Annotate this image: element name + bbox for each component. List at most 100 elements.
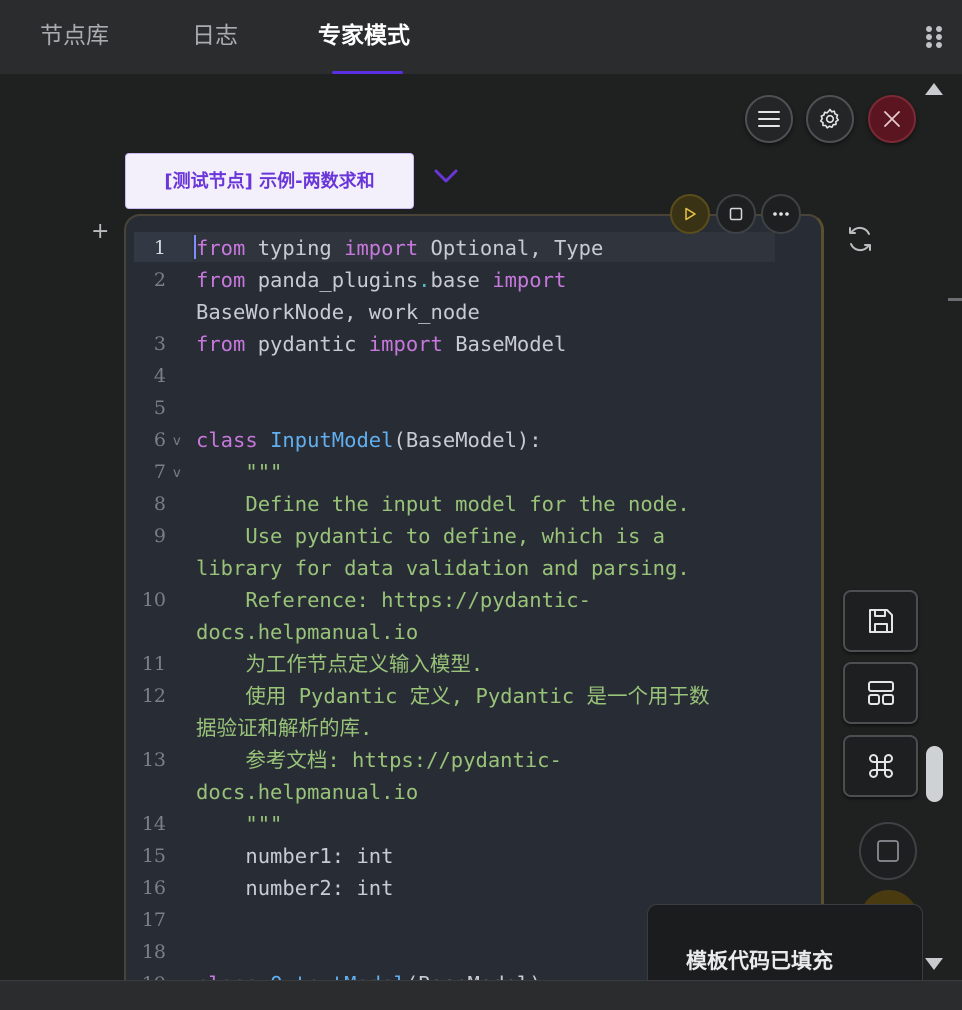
layout-icon — [867, 681, 894, 705]
code-line: 1 from typing import Optional, Type — [126, 232, 821, 264]
more-button[interactable] — [761, 194, 801, 234]
code-token: import — [492, 268, 567, 292]
code-editor[interactable]: 1 from typing import Optional, Type 2 from … — [124, 214, 824, 1010]
line-number: 18 — [141, 941, 166, 963]
line-number: 9 — [153, 525, 166, 547]
scroll-up-arrow-icon[interactable] — [925, 83, 943, 95]
menu-button[interactable] — [745, 95, 793, 143]
code-line: 10 Reference: https://pydantic- — [126, 584, 821, 616]
active-tab-indicator — [332, 71, 403, 74]
code-line: 7v """ — [126, 456, 821, 490]
tab-node-library[interactable]: 节点库 — [40, 18, 109, 54]
code-line: library for data validation and parsing. — [126, 552, 821, 584]
code-text: Reference: https://pydantic- — [196, 588, 591, 612]
code-token: from — [196, 268, 246, 292]
drag-grip-icon[interactable] — [926, 26, 944, 48]
code-text: library for data validation and parsing. — [196, 556, 690, 580]
line-number: 8 — [153, 493, 166, 515]
code-token: (BaseModel): — [393, 428, 542, 452]
command-icon — [868, 754, 893, 778]
save-icon — [868, 609, 893, 633]
code-token: InputModel — [270, 428, 394, 452]
code-line: 6 v class InputModel(BaseModel): — [126, 424, 821, 458]
code-token: 为工作节点定义输入模型. — [196, 652, 484, 676]
code-text: """ — [196, 460, 282, 484]
refresh-icon[interactable] — [844, 223, 876, 255]
code-token: base — [430, 268, 493, 292]
code-token: pydantic — [245, 332, 369, 356]
code-line: 15 number1: int — [126, 840, 821, 872]
code-token: number2: int — [196, 876, 394, 900]
code-text: 为工作节点定义输入模型. — [196, 652, 483, 676]
code-line: 5​ — [126, 392, 821, 424]
scroll-down-arrow-icon[interactable] — [925, 958, 943, 970]
code-line: BaseWorkNode, work_node — [126, 296, 821, 328]
chevron-down-icon[interactable] — [433, 168, 459, 184]
stop-all-button[interactable] — [859, 822, 917, 880]
scrollbar-thumb[interactable] — [926, 746, 943, 802]
code-token: """ — [196, 460, 283, 484]
line-number: 7 — [153, 461, 166, 483]
code-line: docs.helpmanual.io — [126, 616, 821, 648]
code-token: 据验证和解析的库. — [196, 716, 373, 740]
code-token: BaseModel — [442, 332, 567, 356]
code-token: 使用 Pydantic 定义, Pydantic 是一个用于数 — [196, 684, 710, 708]
code-token: . — [418, 268, 431, 292]
code-token: class — [196, 428, 258, 452]
play-icon — [685, 207, 696, 221]
code-text: 参考文档: https://pydantic- — [196, 748, 562, 772]
code-line: 12 使用 Pydantic 定义, Pydantic 是一个用于数 — [126, 680, 821, 712]
line-number: 11 — [141, 653, 166, 675]
code-text: number2: int — [196, 876, 393, 900]
line-number: 14 — [141, 813, 166, 835]
close-button[interactable] — [868, 95, 916, 143]
vertical-scrollbar[interactable] — [920, 74, 950, 980]
code-token: number1: int — [196, 844, 394, 868]
gear-icon — [819, 108, 839, 129]
code-text: 据验证和解析的库. — [196, 716, 372, 740]
stop-icon — [877, 840, 899, 862]
command-button[interactable] — [843, 735, 918, 797]
code-line: 16 number2: int — [126, 872, 821, 904]
tab-logs[interactable]: 日志 — [192, 18, 238, 54]
code-text: BaseWorkNode, work_node — [196, 300, 480, 324]
code-text: class InputModel(BaseModel): — [196, 428, 542, 452]
run-button[interactable] — [670, 194, 710, 234]
code-line: 据验证和解析的库. — [126, 712, 821, 744]
line-number: 13 — [141, 749, 166, 771]
menu-icon — [758, 111, 780, 127]
fold-chevron-icon[interactable]: v — [173, 426, 181, 458]
line-number: 16 — [141, 877, 166, 899]
line-number: 15 — [141, 845, 166, 867]
code-token: """ — [196, 812, 283, 836]
code-text: from typing import Optional, Type — [196, 236, 603, 260]
line-number: 3 — [153, 333, 166, 355]
line-number: 2 — [153, 269, 166, 291]
more-icon — [773, 212, 789, 216]
line-number: 5 — [153, 397, 166, 419]
fold-chevron-icon[interactable]: v — [173, 458, 181, 490]
code-lines: 1 from typing import Optional, Type 2 from … — [126, 232, 821, 1000]
stop-button[interactable] — [716, 194, 756, 234]
code-line: 14 """ — [126, 808, 821, 840]
save-button[interactable] — [843, 590, 918, 652]
code-text: from pydantic import BaseModel — [196, 332, 566, 356]
code-text: 使用 Pydantic 定义, Pydantic 是一个用于数 — [196, 684, 710, 708]
code-line: 4​ — [126, 360, 821, 392]
line-number: 10 — [141, 589, 166, 611]
tab-expert-mode[interactable]: 专家模式 — [318, 18, 410, 54]
code-text: docs.helpmanual.io — [196, 620, 418, 644]
code-text: """ — [196, 812, 282, 836]
code-token: typing — [245, 236, 345, 260]
settings-button[interactable] — [806, 95, 854, 143]
node-selector[interactable]: [测试节点] 示例-两数求和 — [125, 153, 414, 209]
code-text: docs.helpmanual.io — [196, 780, 418, 804]
line-number: 17 — [141, 909, 166, 931]
code-token: library for data validation and parsing. — [196, 556, 690, 580]
add-icon[interactable]: + — [91, 221, 109, 243]
code-token: BaseWorkNode, work_node — [196, 300, 480, 324]
code-line: 9 Use pydantic to define, which is a — [126, 520, 821, 552]
layout-button[interactable] — [843, 662, 918, 724]
code-token: panda_plugins — [245, 268, 419, 292]
